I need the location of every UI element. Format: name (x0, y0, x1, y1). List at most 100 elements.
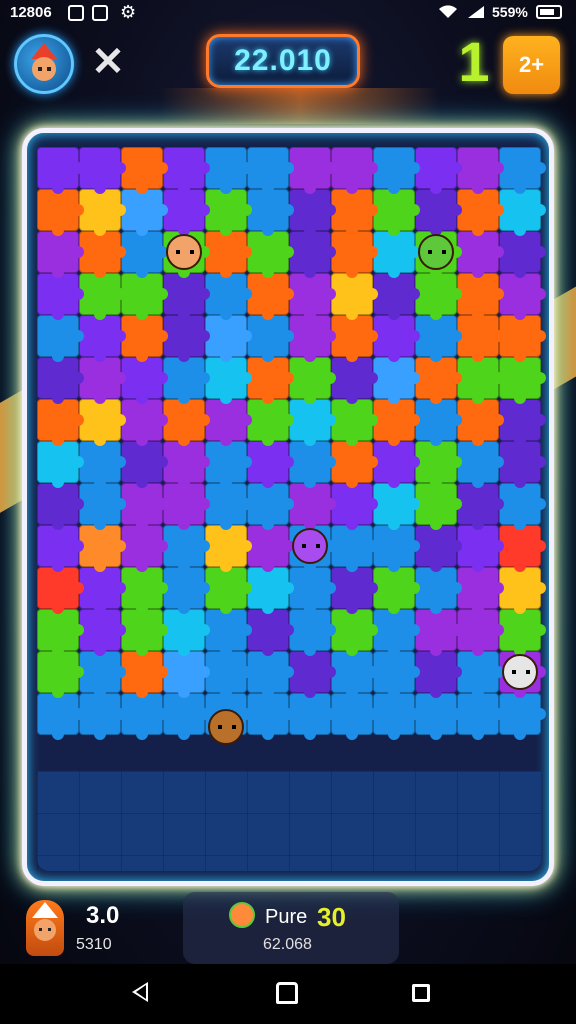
back-icon[interactable] (132, 982, 148, 1002)
puzzle-piece[interactable] (499, 399, 546, 446)
puzzle-piece[interactable] (457, 441, 504, 488)
puzzle-piece[interactable] (121, 609, 168, 656)
puzzle-piece[interactable] (79, 525, 126, 572)
puzzle-piece[interactable] (163, 315, 210, 362)
puzzle-piece[interactable] (415, 399, 462, 446)
puzzle-piece[interactable] (289, 357, 336, 404)
puzzle-piece[interactable] (121, 567, 168, 614)
puzzle-piece[interactable] (121, 399, 168, 446)
puzzle-piece[interactable] (247, 567, 294, 614)
puzzle-piece[interactable] (37, 525, 84, 572)
puzzle-piece[interactable] (373, 357, 420, 404)
puzzle-piece[interactable] (499, 483, 546, 530)
puzzle-piece[interactable] (499, 525, 546, 572)
puzzle-piece[interactable] (37, 273, 84, 320)
puzzle-piece[interactable] (373, 693, 420, 740)
puzzle-piece[interactable] (205, 147, 252, 194)
puzzle-piece[interactable] (457, 315, 504, 362)
helmet-kid-icon[interactable] (502, 654, 538, 690)
puzzle-piece[interactable] (79, 231, 126, 278)
puzzle-piece[interactable] (415, 693, 462, 740)
green-goblin-icon[interactable] (418, 234, 454, 270)
puzzle-piece[interactable] (163, 441, 210, 488)
puzzle-piece[interactable] (163, 399, 210, 446)
puzzle-piece[interactable] (289, 399, 336, 446)
puzzle-piece[interactable] (79, 189, 126, 236)
puzzle-piece[interactable] (205, 399, 252, 446)
puzzle-piece[interactable] (163, 525, 210, 572)
puzzle-piece[interactable] (79, 693, 126, 740)
puzzle-piece[interactable] (37, 483, 84, 530)
puzzle-piece[interactable] (457, 231, 504, 278)
puzzle-piece[interactable] (499, 147, 546, 194)
puzzle-piece[interactable] (121, 357, 168, 404)
puzzle-piece[interactable] (499, 441, 546, 488)
puzzle-piece[interactable] (415, 609, 462, 656)
puzzle-piece[interactable] (163, 273, 210, 320)
puzzle-piece[interactable] (205, 315, 252, 362)
puzzle-piece[interactable] (457, 693, 504, 740)
puzzle-piece[interactable] (331, 483, 378, 530)
puzzle-board[interactable] (22, 128, 554, 886)
puzzle-piece[interactable] (247, 147, 294, 194)
puzzle-piece[interactable] (121, 189, 168, 236)
puzzle-piece[interactable] (373, 609, 420, 656)
puzzle-piece[interactable] (79, 609, 126, 656)
puzzle-piece[interactable] (331, 189, 378, 236)
puzzle-piece[interactable] (121, 231, 168, 278)
puzzle-piece[interactable] (37, 399, 84, 446)
puzzle-piece[interactable] (373, 567, 420, 614)
puzzle-piece[interactable] (331, 273, 378, 320)
puzzle-piece[interactable] (37, 357, 84, 404)
puzzle-piece[interactable] (37, 441, 84, 488)
puzzle-piece[interactable] (331, 315, 378, 362)
puzzle-piece[interactable] (499, 693, 546, 740)
puzzle-piece[interactable] (289, 693, 336, 740)
puzzle-piece[interactable] (331, 651, 378, 698)
puzzle-piece[interactable] (37, 567, 84, 614)
puzzle-piece[interactable] (457, 147, 504, 194)
puzzle-piece[interactable] (331, 441, 378, 488)
puzzle-piece[interactable] (415, 525, 462, 572)
puzzle-piece[interactable] (373, 441, 420, 488)
puzzle-piece[interactable] (37, 189, 84, 236)
puzzle-piece[interactable] (415, 273, 462, 320)
puzzle-piece[interactable] (247, 693, 294, 740)
puzzle-piece[interactable] (373, 399, 420, 446)
puzzle-piece[interactable] (289, 483, 336, 530)
puzzle-piece[interactable] (373, 147, 420, 194)
puzzle-piece[interactable] (79, 273, 126, 320)
puzzle-piece[interactable] (79, 399, 126, 446)
puzzle-piece[interactable] (121, 273, 168, 320)
puzzle-piece[interactable] (499, 231, 546, 278)
puzzle-piece[interactable] (289, 231, 336, 278)
puzzle-piece[interactable] (205, 651, 252, 698)
puzzle-piece[interactable] (121, 147, 168, 194)
puzzle-piece[interactable] (415, 441, 462, 488)
puzzle-piece[interactable] (121, 651, 168, 698)
puzzle-piece[interactable] (37, 147, 84, 194)
puzzle-grid[interactable] (37, 147, 546, 747)
puzzle-piece[interactable] (121, 441, 168, 488)
puzzle-piece[interactable] (121, 693, 168, 740)
puzzle-piece[interactable] (289, 315, 336, 362)
puzzle-piece[interactable] (163, 189, 210, 236)
puzzle-piece[interactable] (415, 147, 462, 194)
recent-apps-icon[interactable] (412, 984, 430, 1002)
puzzle-piece[interactable] (37, 651, 84, 698)
puzzle-piece[interactable] (79, 147, 126, 194)
puzzle-piece[interactable] (289, 609, 336, 656)
puzzle-piece[interactable] (457, 525, 504, 572)
puzzle-piece[interactable] (373, 525, 420, 572)
puzzle-piece[interactable] (457, 273, 504, 320)
puzzle-piece[interactable] (373, 231, 420, 278)
puzzle-piece[interactable] (499, 189, 546, 236)
puzzle-piece[interactable] (331, 693, 378, 740)
puzzle-piece[interactable] (331, 567, 378, 614)
puzzle-piece[interactable] (457, 483, 504, 530)
puzzle-piece[interactable] (163, 651, 210, 698)
puzzle-piece[interactable] (163, 567, 210, 614)
puzzle-piece[interactable] (373, 189, 420, 236)
puzzle-piece[interactable] (247, 399, 294, 446)
puzzle-piece[interactable] (331, 231, 378, 278)
